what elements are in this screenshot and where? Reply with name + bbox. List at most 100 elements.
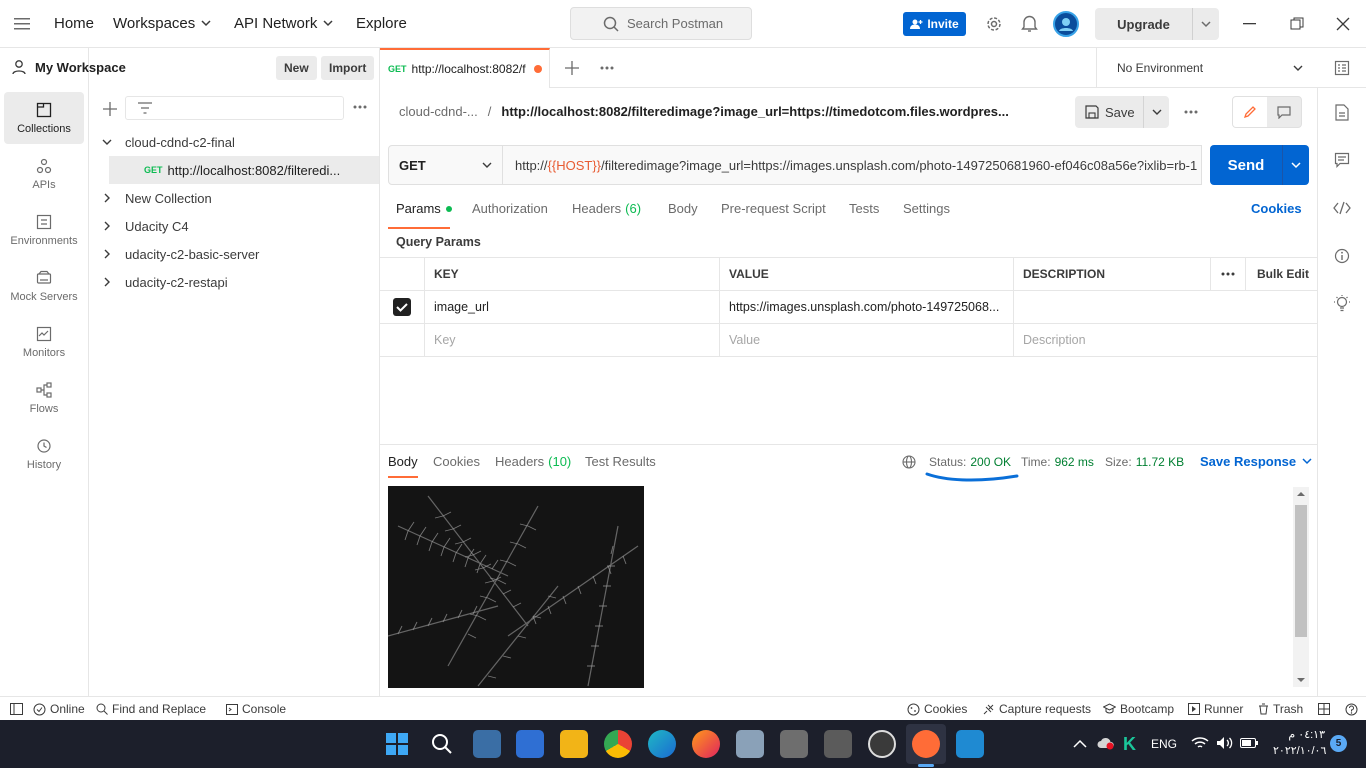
send-dropdown[interactable] (1282, 145, 1309, 185)
battery-icon[interactable] (1240, 738, 1258, 748)
language-indicator[interactable]: ENG (1151, 737, 1177, 751)
taskbar-app-icon[interactable] (824, 730, 852, 758)
tab-params[interactable]: Params (396, 201, 452, 216)
tree-item-collection[interactable]: udacity-c2-restapi (89, 268, 379, 296)
save-button[interactable]: Save (1075, 96, 1169, 128)
invite-button[interactable]: Invite (903, 12, 966, 36)
taskbar-postman-icon[interactable] (912, 730, 940, 758)
save-response-button[interactable]: Save Response (1200, 454, 1312, 469)
upgrade-dropdown[interactable] (1192, 8, 1219, 40)
window-close-icon[interactable] (1336, 17, 1350, 31)
tab-authorization[interactable]: Authorization (472, 201, 548, 216)
bulk-edit-button[interactable]: Bulk Edit (1246, 258, 1317, 291)
hamburger-menu-icon[interactable] (14, 17, 32, 31)
add-collection-icon[interactable] (103, 102, 117, 116)
response-time[interactable]: Time: 962 ms (1021, 455, 1094, 469)
method-select[interactable]: GET (388, 145, 503, 185)
settings-gear-icon[interactable] (985, 15, 1003, 33)
online-status[interactable]: Online (33, 697, 85, 721)
rail-item-environments[interactable]: Environments (4, 204, 84, 256)
environment-selector[interactable]: No Environment (1096, 48, 1317, 88)
tabs-more-icon[interactable] (600, 66, 614, 70)
edit-mode-button[interactable] (1233, 97, 1267, 127)
window-restore-icon[interactable] (1290, 17, 1304, 31)
documentation-icon[interactable] (1335, 104, 1349, 121)
tab-pre-request-script[interactable]: Pre-request Script (721, 201, 826, 216)
rail-item-flows[interactable]: Flows (4, 372, 84, 424)
param-key-placeholder[interactable]: Key (425, 324, 720, 357)
tray-cloud-icon[interactable] (1097, 736, 1115, 750)
nav-home[interactable]: Home (54, 15, 94, 32)
rail-item-monitors[interactable]: Monitors (4, 316, 84, 368)
response-tab-body[interactable]: Body (388, 454, 418, 469)
globe-icon[interactable] (902, 455, 916, 469)
volume-icon[interactable] (1216, 736, 1234, 750)
taskbar-vscode-icon[interactable] (956, 730, 984, 758)
breadcrumb-collection[interactable]: cloud-cdnd-... (399, 104, 478, 119)
response-size[interactable]: Size: 11.72 KB (1105, 455, 1184, 469)
scrollbar-thumb[interactable] (1295, 505, 1307, 637)
nav-explore[interactable]: Explore (356, 15, 407, 32)
tree-item-collection[interactable]: cloud-cdnd-c2-final (89, 128, 379, 156)
url-input[interactable]: http:// {{HOST}} /filteredimage?image_ur… (502, 145, 1202, 185)
param-description-placeholder[interactable]: Description (1014, 324, 1317, 357)
environment-quick-look-icon[interactable] (1334, 60, 1350, 76)
taskbar-photos-icon[interactable] (473, 730, 501, 758)
capture-requests-button[interactable]: Capture requests (982, 697, 1091, 721)
tab-tests[interactable]: Tests (849, 201, 879, 216)
taskbar-app-icon[interactable] (736, 730, 764, 758)
comment-mode-button[interactable] (1267, 97, 1301, 127)
nav-api-network[interactable]: API Network (234, 15, 333, 32)
taskbar-store-icon[interactable] (516, 730, 544, 758)
request-name[interactable]: http://localhost:8082/filteredimage?imag… (501, 104, 1008, 119)
rail-item-history[interactable]: History (4, 428, 84, 480)
filter-input[interactable] (125, 96, 344, 120)
param-checkbox[interactable] (380, 291, 425, 324)
console-button[interactable]: Console (226, 697, 286, 721)
tree-item-collection[interactable]: udacity-c2-basic-server (89, 240, 379, 268)
response-tab-test-results[interactable]: Test Results (585, 454, 656, 469)
lightbulb-icon[interactable] (1334, 295, 1350, 313)
taskbar-file-explorer-icon[interactable] (560, 730, 588, 758)
tab-settings[interactable]: Settings (903, 201, 950, 216)
tray-k-app-icon[interactable]: K (1123, 734, 1136, 755)
tree-item-collection[interactable]: New Collection (89, 184, 379, 212)
send-button[interactable]: Send (1210, 145, 1282, 185)
show-hidden-icons-chevron-icon[interactable] (1073, 739, 1087, 748)
request-more-icon[interactable] (1184, 110, 1198, 114)
comments-icon[interactable] (1334, 152, 1350, 168)
param-value-cell[interactable]: https://images.unsplash.com/photo-149725… (720, 291, 1014, 324)
find-and-replace-button[interactable]: Find and Replace (96, 697, 206, 721)
windows-start-icon[interactable] (386, 733, 408, 755)
code-icon[interactable] (1333, 201, 1351, 215)
save-dropdown[interactable] (1143, 96, 1169, 128)
response-tab-cookies[interactable]: Cookies (433, 454, 480, 469)
response-scrollbar[interactable] (1293, 487, 1309, 687)
new-button[interactable]: New (276, 56, 317, 80)
toggle-sidebar-icon[interactable] (10, 697, 23, 721)
rail-item-collections[interactable]: Collections (4, 92, 84, 144)
tree-item-request[interactable]: GET http://localhost:8082/filteredi... (109, 156, 379, 184)
rail-item-apis[interactable]: APIs (4, 148, 84, 200)
new-tab-plus-icon[interactable] (565, 61, 579, 75)
two-pane-view-icon[interactable] (1318, 697, 1330, 721)
import-button[interactable]: Import (321, 56, 375, 80)
upgrade-button[interactable]: Upgrade (1095, 8, 1219, 40)
search-input[interactable]: Search Postman (570, 7, 752, 40)
clock[interactable]: ٠٤:١٣ م ٢٠٢٢/١٠/٠٦ (1273, 727, 1326, 759)
response-status[interactable]: Status: 200 OK (929, 455, 1011, 469)
notification-count-badge[interactable]: 5 (1330, 735, 1347, 752)
param-value-placeholder[interactable]: Value (720, 324, 1014, 357)
trash-button[interactable]: Trash (1258, 697, 1303, 721)
table-options-icon[interactable] (1211, 258, 1246, 291)
notifications-bell-icon[interactable] (1021, 14, 1038, 33)
taskbar-firefox-icon[interactable] (692, 730, 720, 758)
taskbar-chrome-icon[interactable] (604, 730, 632, 758)
runner-button[interactable]: Runner (1188, 697, 1243, 721)
wifi-icon[interactable] (1191, 736, 1209, 750)
bootcamp-button[interactable]: Bootcamp (1103, 697, 1174, 721)
help-icon[interactable] (1345, 697, 1358, 721)
info-icon[interactable] (1334, 248, 1350, 264)
param-key-cell[interactable]: image_url (425, 291, 720, 324)
window-minimize-icon[interactable] (1243, 23, 1257, 25)
